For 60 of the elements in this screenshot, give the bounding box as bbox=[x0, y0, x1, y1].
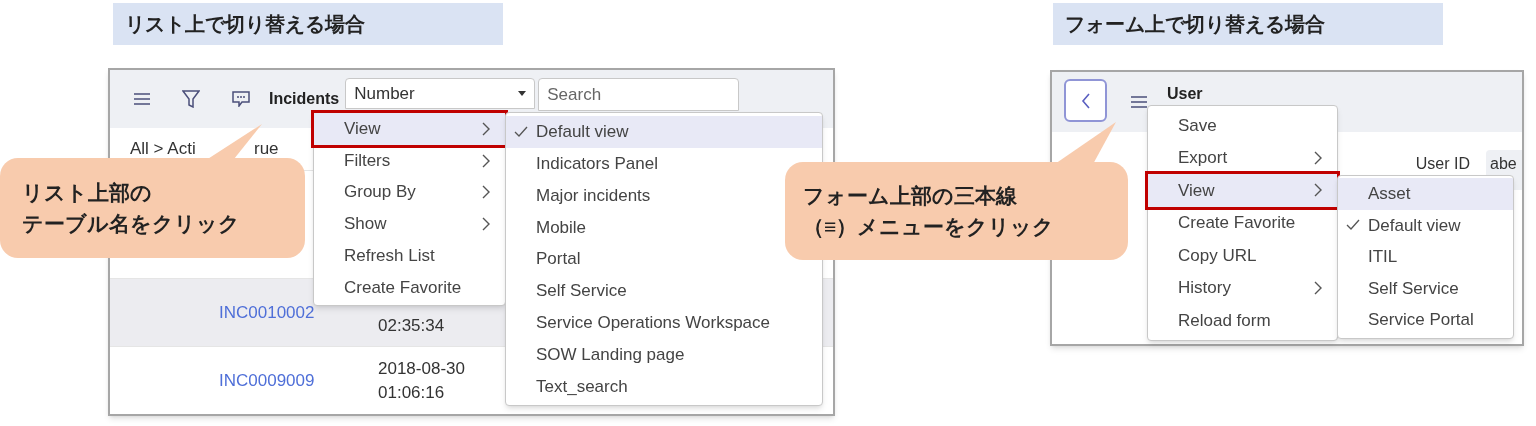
chevron-right-icon bbox=[1314, 280, 1323, 295]
form-title: User bbox=[1167, 84, 1203, 104]
menu-item[interactable]: View bbox=[314, 113, 505, 145]
section-heading: フォーム上で切り替える場合 bbox=[1053, 3, 1443, 45]
table-cell-text: 01:06:16 bbox=[378, 381, 446, 404]
menu-icon[interactable] bbox=[134, 93, 150, 105]
menu-item[interactable]: Reload form bbox=[1148, 304, 1337, 337]
menu-item[interactable]: Indicators Panel bbox=[506, 147, 668, 180]
chat-icon[interactable] bbox=[232, 91, 250, 107]
record-link[interactable]: INC0009009 bbox=[219, 367, 378, 394]
checkmark-icon bbox=[514, 125, 528, 138]
menu-item[interactable]: Self Service bbox=[1338, 272, 1469, 305]
chevron-right-icon bbox=[482, 153, 491, 168]
callout-text: テーブル名をクリック bbox=[22, 211, 241, 237]
menu-item[interactable]: Service Operations Workspace bbox=[506, 306, 780, 339]
menu-item[interactable]: Asset bbox=[1338, 178, 1513, 210]
chevron-left-icon bbox=[1080, 92, 1091, 109]
chevron-right-icon bbox=[482, 121, 491, 136]
back-button[interactable] bbox=[1064, 79, 1107, 122]
callout-text: フォーム上部の三本線 bbox=[803, 182, 1018, 209]
checkmark-icon bbox=[1346, 219, 1360, 232]
menu-item[interactable]: Refresh List bbox=[314, 239, 505, 272]
menu-item[interactable]: Mobile bbox=[506, 211, 597, 244]
menu-item[interactable]: SOW Landing page bbox=[506, 338, 695, 371]
menu-item[interactable]: Major incidents bbox=[506, 179, 661, 212]
search-field[interactable]: Search bbox=[538, 78, 740, 111]
menu-item[interactable]: View bbox=[1148, 174, 1337, 207]
menu-item[interactable]: History bbox=[1148, 271, 1337, 304]
menu-item[interactable]: Self Service bbox=[506, 275, 637, 307]
chevron-right-icon bbox=[482, 185, 491, 200]
callout-text: （≡）メニューをクリック bbox=[803, 214, 1056, 240]
menu-item[interactable]: Service Portal bbox=[1338, 304, 1484, 336]
filter-icon[interactable] bbox=[182, 90, 200, 108]
breadcrumb[interactable]: rue bbox=[254, 136, 279, 162]
chevron-right-icon bbox=[482, 216, 491, 231]
field-select[interactable]: Number bbox=[345, 78, 536, 109]
table-cell-text: 02:35:34 bbox=[378, 315, 445, 337]
dropdown-caret-icon bbox=[518, 91, 527, 96]
field-label: User ID bbox=[1415, 154, 1470, 174]
menu-item[interactable]: Portal bbox=[506, 243, 591, 275]
menu-icon[interactable] bbox=[1131, 96, 1147, 108]
menu-item[interactable]: Copy URL bbox=[1148, 239, 1337, 272]
menu-item[interactable]: Show bbox=[314, 208, 505, 240]
table-cell-text: 2018-08-30 bbox=[378, 357, 465, 380]
chevron-right-icon bbox=[1314, 183, 1323, 198]
menu-item[interactable]: Export bbox=[1148, 141, 1337, 174]
breadcrumb[interactable]: All > Acti bbox=[130, 139, 196, 159]
chevron-right-icon bbox=[1314, 150, 1323, 165]
field-value: abe bbox=[1490, 155, 1517, 172]
menu-item[interactable]: Text_search bbox=[506, 370, 638, 403]
menu-item[interactable]: Default view bbox=[506, 116, 822, 148]
menu-item[interactable]: Save bbox=[1148, 109, 1337, 142]
menu-item[interactable]: Filters bbox=[314, 144, 505, 177]
menu-item[interactable]: ITIL bbox=[1338, 241, 1408, 273]
section-heading: リスト上で切り替える場合 bbox=[113, 3, 503, 45]
menu-item[interactable]: Default view bbox=[1338, 209, 1471, 242]
menu-item[interactable]: Create Favorite bbox=[1148, 206, 1337, 239]
menu-item[interactable]: Group By bbox=[314, 176, 505, 209]
table-name[interactable]: Incidents bbox=[269, 87, 340, 111]
callout-text: リスト上部の bbox=[22, 179, 153, 206]
